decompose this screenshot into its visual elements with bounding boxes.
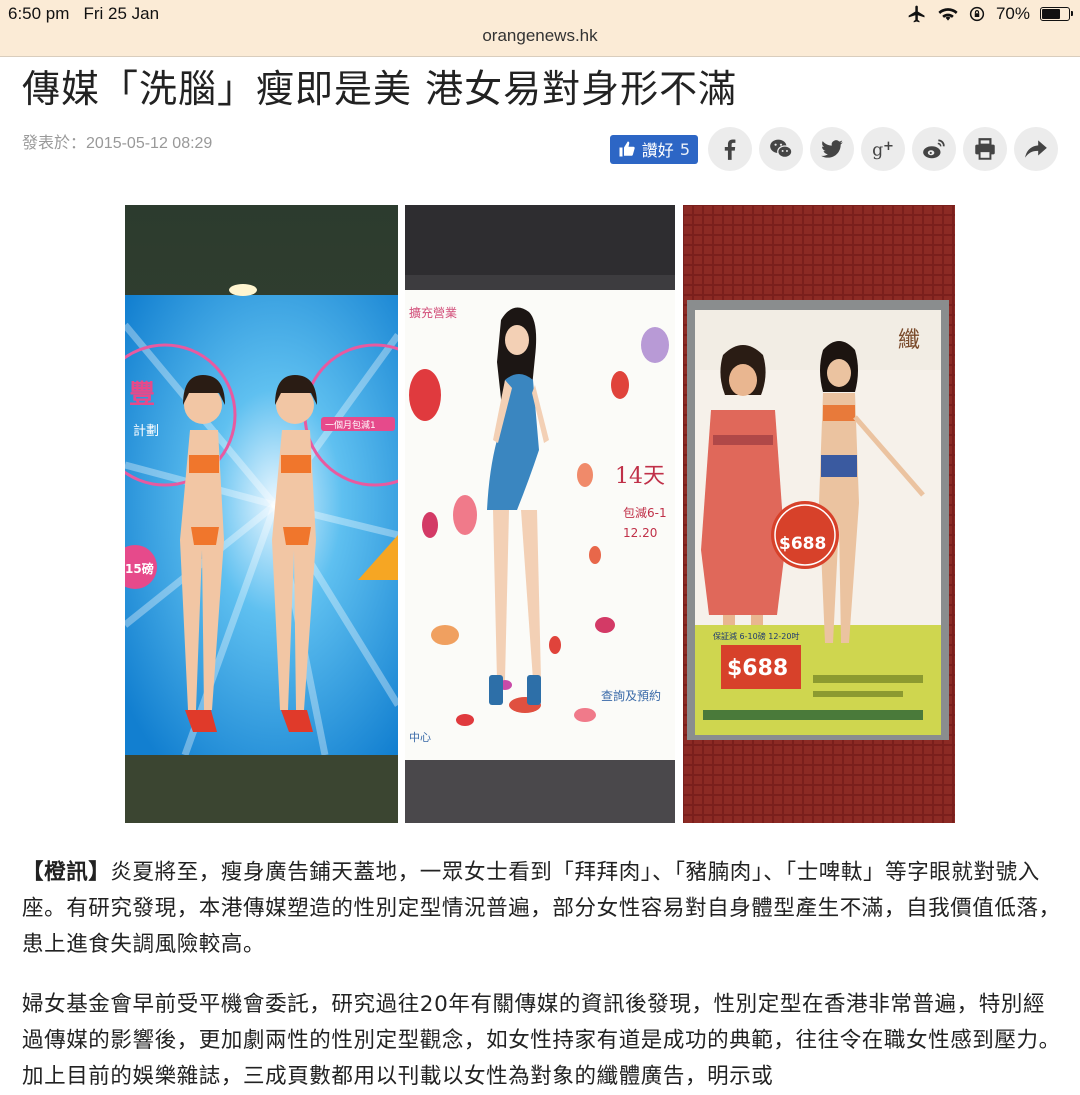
print-button[interactable] <box>963 127 1007 171</box>
svg-text:g: g <box>872 141 883 161</box>
status-indicators: 70% <box>906 3 1073 25</box>
poster1-offer-text: 一個月包減1 <box>325 419 376 431</box>
poster2-enquiry-text: 查詢及預約 <box>601 688 661 703</box>
share-button[interactable] <box>1014 127 1058 171</box>
poster2-size-text: 12.20 <box>623 526 657 540</box>
poster3-guarantee-text: 保証減 6-10磅 12-20吋 <box>713 631 800 641</box>
twitter-icon <box>821 140 843 158</box>
status-date: Fri 25 Jan <box>83 4 160 23</box>
photo-left-slimming-ad: 豐 計劃 一個月包減1 15磅 <box>125 205 398 823</box>
share-toolbar: 讚好 5 g + <box>609 127 1058 171</box>
status-clock: 6:50 pm Fri 25 Jan <box>8 4 159 24</box>
google-plus-share-button[interactable]: g + <box>861 127 905 171</box>
article-paragraph-2: 婦女基金會早前受平機會委託，研究過往20年有關傳媒的資訊後發現，性別定型在香港非… <box>22 992 1061 1089</box>
article-photo-collage: 豐 計劃 一個月包減1 15磅 擴充營業 14天 包減6-1 12.20 查詢及… <box>125 205 955 823</box>
paragraph-lead-tag: 【橙訊】 <box>22 860 111 885</box>
thumbs-up-icon <box>619 141 635 157</box>
svg-text:+: + <box>883 139 894 154</box>
facebook-icon <box>724 139 736 160</box>
browser-top-bar: 6:50 pm Fri 25 Jan 70% orangenews.hk <box>0 0 1080 57</box>
like-button[interactable]: 讚好 5 <box>609 134 698 164</box>
wifi-icon <box>938 8 958 21</box>
photo-middle-slimming-ad: 擴充營業 14天 包減6-1 12.20 查詢及預約 中心 <box>405 205 675 823</box>
poster1-subtitle-text: 計劃 <box>133 423 159 439</box>
battery-level <box>1042 9 1060 19</box>
rotation-lock-icon <box>969 6 985 22</box>
like-count: 5 <box>679 139 690 159</box>
article-paragraph-1: 【橙訊】炎夏將至，瘦身廣告鋪天蓋地，一眾女士看到「拜拜肉」、「豬腩肉」、「士啤軚… <box>22 855 1062 963</box>
poster2-centre-text: 中心 <box>409 731 431 744</box>
google-plus-icon: g + <box>872 139 894 161</box>
share-icon <box>1025 140 1047 158</box>
weibo-icon <box>923 139 945 159</box>
status-time: 6:50 pm <box>8 4 70 23</box>
poster3-price-badge-text: $688 <box>779 534 826 554</box>
poster1-badge-text: 15磅 <box>125 561 154 576</box>
poster1-title-text: 豐 <box>129 380 155 410</box>
poster3-price-banner-text: $688 <box>727 656 788 681</box>
poster2-header-text: 擴充營業 <box>409 305 457 320</box>
like-label: 讚好 <box>641 141 674 160</box>
article-headline: 傳媒「洗腦」瘦即是美 港女易對身形不滿 <box>22 67 738 111</box>
battery-icon <box>1040 7 1073 21</box>
wechat-share-button[interactable] <box>759 127 803 171</box>
print-icon <box>975 138 995 160</box>
publish-date: 發表於：2015-05-12 08:29 <box>22 135 213 152</box>
battery-percent: 70% <box>995 4 1030 23</box>
poster3-logo-text: 纖 <box>898 328 920 353</box>
poster2-days-text: 14天 <box>615 464 665 489</box>
airplane-icon <box>908 5 925 23</box>
paragraph-1-text: 炎夏將至，瘦身廣告鋪天蓋地，一眾女士看到「拜拜肉」、「豬腩肉」、「士啤軚」等字眼… <box>22 860 1061 957</box>
photo-right-slimming-ad: 纖 $688 $688 保証減 6-10磅 12-20吋 <box>683 205 955 823</box>
facebook-share-button[interactable] <box>708 127 752 171</box>
address-bar-url[interactable]: orangenews.hk <box>0 26 1080 46</box>
twitter-share-button[interactable] <box>810 127 854 171</box>
poster2-offer-text: 包減6-1 <box>623 505 667 520</box>
weibo-share-button[interactable] <box>912 127 956 171</box>
wechat-icon <box>770 139 793 159</box>
